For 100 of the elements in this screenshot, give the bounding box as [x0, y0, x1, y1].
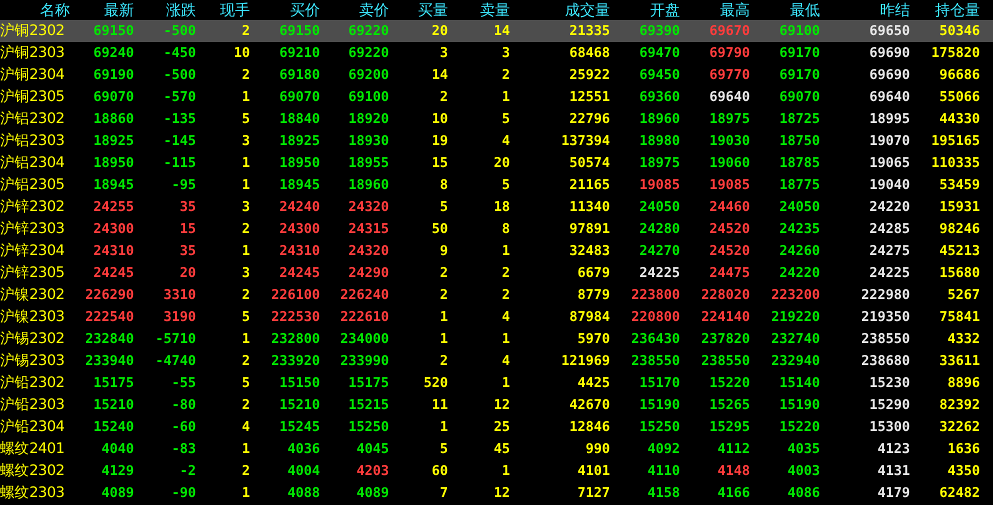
- column-header[interactable]: 卖价: [359, 1, 389, 19]
- contract-name: 沪镍2302: [0, 286, 65, 305]
- column-header[interactable]: 买价: [290, 1, 320, 19]
- quote-row[interactable]: 沪锌2302 24255 35 3 24240 24320 5 18 11340 24050 24460 24050 24220 15931: [0, 196, 993, 218]
- table-cell-text: 24285: [869, 220, 910, 239]
- table-cell-text: 2: [502, 286, 510, 305]
- quote-row[interactable]: 沪铝2303 18925 -145 3 18925 18930 19 4 137394 18980 19030 18750 19070 195165: [0, 130, 993, 152]
- table-cell-text: 15230: [869, 374, 910, 393]
- price-cell-text: 232740: [771, 330, 820, 349]
- price-cell-text: 19060: [709, 154, 750, 173]
- column-header[interactable]: 现手: [220, 1, 250, 19]
- price-cell-text: 69790: [709, 44, 750, 63]
- table-cell-text: 1: [502, 330, 510, 349]
- quote-row[interactable]: 沪铜2303 69240 -450 10 69210 69220 3 3 68468 69470 69790 69170 69690 175820: [0, 42, 993, 64]
- quote-row[interactable]: 沪锡2302 232840 -5710 1 232800 234000 1 1 5970 236430 237820 232740 238550 4332: [0, 328, 993, 350]
- contract-name: 沪铅2304: [0, 418, 65, 437]
- column-header[interactable]: 持仓量: [935, 1, 980, 19]
- quote-row[interactable]: 沪铅2302 15175 -55 5 15150 15175 520 1 4425 15170 15220 15140 15230 8896: [0, 372, 993, 394]
- price-cell-text: 24320: [348, 242, 389, 261]
- price-cell-text: 15140: [779, 374, 820, 393]
- table-cell-text: 12846: [569, 418, 610, 437]
- price-cell-text: -4740: [155, 352, 196, 371]
- price-cell-text: 18920: [348, 110, 389, 129]
- quote-row[interactable]: 沪铜2304 69190 -500 2 69180 69200 14 2 25922 69450 69770 69170 69690 96686: [0, 64, 993, 86]
- quote-row[interactable]: 沪锌2303 24300 15 2 24300 24315 50 8 97891 24280 24520 24235 24285 98246: [0, 218, 993, 240]
- quote-row[interactable]: 沪铅2304 15240 -60 4 15245 15250 1 25 12846 15250 15295 15220 15300 32262: [0, 416, 993, 438]
- table-cell-text: 4101: [577, 462, 610, 481]
- table-cell-text: 12: [494, 484, 510, 503]
- price-cell-text: -450: [163, 44, 196, 63]
- table-cell-text: 25922: [569, 66, 610, 85]
- table-cell-text: 62482: [939, 484, 980, 503]
- price-cell-text: 15190: [779, 396, 820, 415]
- price-cell-text: 69200: [348, 66, 389, 85]
- price-cell-text: 238550: [701, 352, 750, 371]
- table-cell-text: 12: [494, 396, 510, 415]
- quote-row[interactable]: 沪锌2305 24245 20 3 24245 24290 2 2 6679 24225 24475 24220 24225 15680: [0, 262, 993, 284]
- table-cell-text: 10: [432, 110, 448, 129]
- table-cell-text: 219350: [861, 308, 910, 327]
- price-cell-text: 4148: [717, 462, 750, 481]
- price-cell-text: 15245: [279, 418, 320, 437]
- table-cell-text: 69640: [869, 88, 910, 107]
- table-cell-text: 87984: [569, 308, 610, 327]
- column-header[interactable]: 名称: [40, 1, 70, 19]
- price-cell-text: 24050: [639, 198, 680, 217]
- price-cell-text: 18975: [639, 154, 680, 173]
- quote-row[interactable]: 沪铜2305 69070 -570 1 69070 69100 2 1 12551 69360 69640 69070 69640 55066: [0, 86, 993, 108]
- quote-row[interactable]: 螺纹2303 4089 -90 1 4088 4089 7 12 7127 4158 4166 4086 4179 62482: [0, 482, 993, 504]
- price-cell-text: 24460: [709, 198, 750, 217]
- column-header[interactable]: 成交量: [565, 1, 610, 19]
- contract-name: 沪锡2303: [0, 352, 65, 371]
- table-cell-text: 60: [432, 462, 448, 481]
- table-cell-text: 1: [502, 374, 510, 393]
- quote-row[interactable]: 沪铝2302 18860 -135 5 18840 18920 10 5 22796 18960 18975 18725 18995 44330: [0, 108, 993, 130]
- table-cell-text: 10: [234, 44, 250, 63]
- quote-row[interactable]: 沪铝2304 18950 -115 1 18950 18955 15 20 50574 18975 19060 18785 19065 110335: [0, 152, 993, 174]
- column-header[interactable]: 卖量: [480, 1, 510, 19]
- price-cell-text: -2: [180, 462, 196, 481]
- quote-row[interactable]: 沪镍2302 226290 3310 2 226100 226240 2 2 8779 223800 228020 223200 222980 5267: [0, 284, 993, 306]
- price-cell-text: 15295: [709, 418, 750, 437]
- price-cell-text: 69670: [709, 22, 750, 41]
- price-cell-text: 24260: [779, 242, 820, 261]
- column-header[interactable]: 昨结: [880, 1, 910, 19]
- column-header[interactable]: 最新: [104, 1, 134, 19]
- table-cell-text: 7127: [577, 484, 610, 503]
- price-cell-text: 4035: [787, 440, 820, 459]
- price-cell-text: 20: [180, 264, 196, 283]
- table-cell-text: 2: [440, 352, 448, 371]
- column-header[interactable]: 最高: [720, 1, 750, 19]
- quote-row[interactable]: 沪锡2303 233940 -4740 2 233920 233990 2 4 121969 238550 238550 232940 238680 33611: [0, 350, 993, 372]
- table-cell-text: 25: [494, 418, 510, 437]
- price-cell-text: 18860: [93, 110, 134, 129]
- price-cell-text: -95: [172, 176, 196, 195]
- quote-row[interactable]: 螺纹2302 4129 -2 2 4004 4203 60 1 4101 4110 4148 4003 4131 4350: [0, 460, 993, 482]
- price-cell-text: 18960: [639, 110, 680, 129]
- column-header[interactable]: 最低: [790, 1, 820, 19]
- quote-row[interactable]: 螺纹2401 4040 -83 1 4036 4045 5 45 990 4092 4112 4035 4123 1636: [0, 438, 993, 460]
- price-cell-text: 24290: [348, 264, 389, 283]
- quote-row[interactable]: 沪锌2304 24310 35 1 24310 24320 9 1 32483 24270 24520 24260 24275 45213: [0, 240, 993, 262]
- table-cell-text: 6679: [577, 264, 610, 283]
- price-cell-text: 69390: [639, 22, 680, 41]
- table-cell-text: 50346: [939, 22, 980, 41]
- table-cell-text: 3: [242, 132, 250, 151]
- price-cell-text: 69070: [779, 88, 820, 107]
- quote-row[interactable]: 沪镍2303 222540 3190 5 222530 222610 1 4 87984 220800 224140 219220 219350 75841: [0, 306, 993, 328]
- table-cell-text: 14: [432, 66, 448, 85]
- price-cell-text: 24520: [709, 220, 750, 239]
- price-cell-text: -90: [172, 484, 196, 503]
- quote-row[interactable]: 沪铅2303 15210 -80 2 15210 15215 11 12 42670 15190 15265 15190 15290 82392: [0, 394, 993, 416]
- table-cell-text: 1: [242, 440, 250, 459]
- price-cell-text: 69220: [348, 44, 389, 63]
- column-header[interactable]: 买量: [418, 1, 448, 19]
- quote-row[interactable]: 沪铝2305 18945 -95 1 18945 18960 8 5 21165 19085 19085 18775 19040 53459: [0, 174, 993, 196]
- price-cell-text: 4110: [647, 462, 680, 481]
- table-cell-text: 15931: [939, 198, 980, 217]
- table-cell-text: 2: [242, 220, 250, 239]
- table-cell-text: 3: [242, 264, 250, 283]
- column-header[interactable]: 开盘: [650, 1, 680, 19]
- column-header[interactable]: 涨跌: [166, 1, 196, 19]
- table-cell-text: 69690: [869, 66, 910, 85]
- selected-row[interactable]: 沪铜2302 69150 -500 2 69150 69220 20 14 21335 69390 69670 69100 69650 50346: [0, 20, 993, 42]
